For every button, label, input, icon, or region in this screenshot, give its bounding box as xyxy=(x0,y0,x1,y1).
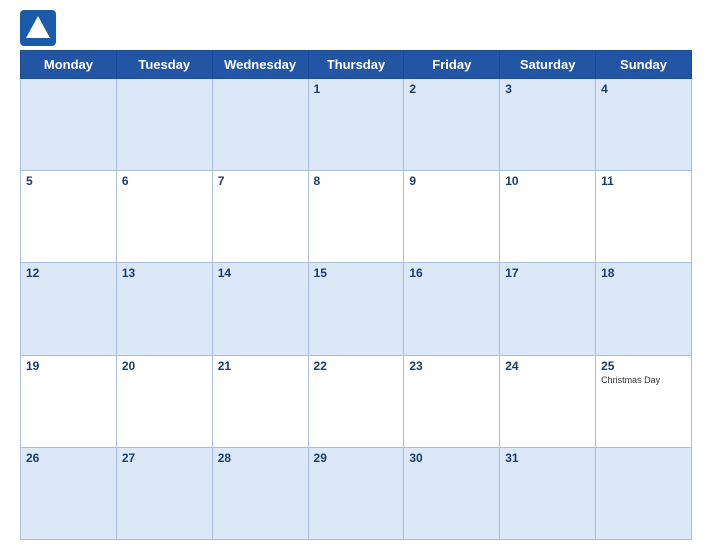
calendar-cell: 30 xyxy=(404,447,500,539)
day-number: 7 xyxy=(218,174,303,188)
day-number: 30 xyxy=(409,451,494,465)
calendar-cell xyxy=(212,79,308,171)
day-number: 10 xyxy=(505,174,590,188)
day-number: 21 xyxy=(218,359,303,373)
calendar-cell: 19 xyxy=(21,355,117,447)
calendar-cell: 12 xyxy=(21,263,117,355)
calendar-cell xyxy=(21,79,117,171)
day-number: 13 xyxy=(122,266,207,280)
day-number: 18 xyxy=(601,266,686,280)
day-number: 19 xyxy=(26,359,111,373)
day-number: 27 xyxy=(122,451,207,465)
calendar-table: MondayTuesdayWednesdayThursdayFridaySatu… xyxy=(20,50,692,540)
weekday-header-sunday: Sunday xyxy=(596,51,692,79)
calendar-cell: 21 xyxy=(212,355,308,447)
calendar-cell: 16 xyxy=(404,263,500,355)
weekday-header-wednesday: Wednesday xyxy=(212,51,308,79)
day-number: 28 xyxy=(218,451,303,465)
day-number: 3 xyxy=(505,82,590,96)
calendar-cell: 29 xyxy=(308,447,404,539)
weekday-header-monday: Monday xyxy=(21,51,117,79)
day-number: 12 xyxy=(26,266,111,280)
day-number: 1 xyxy=(314,82,399,96)
weekday-header-friday: Friday xyxy=(404,51,500,79)
calendar-header-row: MondayTuesdayWednesdayThursdayFridaySatu… xyxy=(21,51,692,79)
weekday-header-row: MondayTuesdayWednesdayThursdayFridaySatu… xyxy=(21,51,692,79)
calendar-cell: 6 xyxy=(116,171,212,263)
calendar-cell: 2 xyxy=(404,79,500,171)
calendar-cell: 31 xyxy=(500,447,596,539)
day-number: 2 xyxy=(409,82,494,96)
calendar-cell: 18 xyxy=(596,263,692,355)
calendar-cell: 8 xyxy=(308,171,404,263)
calendar-cell: 4 xyxy=(596,79,692,171)
day-number: 9 xyxy=(409,174,494,188)
holiday-label: Christmas Day xyxy=(601,375,686,385)
calendar-week-row: 12 13 14 15 16 17 18 xyxy=(21,263,692,355)
calendar-header xyxy=(20,10,692,46)
generalblue-logo-icon xyxy=(20,10,56,46)
day-number: 5 xyxy=(26,174,111,188)
day-number: 24 xyxy=(505,359,590,373)
calendar-cell: 5 xyxy=(21,171,117,263)
day-number: 8 xyxy=(314,174,399,188)
day-number: 29 xyxy=(314,451,399,465)
day-number: 16 xyxy=(409,266,494,280)
calendar-cell: 13 xyxy=(116,263,212,355)
calendar-cell: 20 xyxy=(116,355,212,447)
day-number: 25 xyxy=(601,359,686,373)
calendar-cell: 27 xyxy=(116,447,212,539)
logo xyxy=(20,10,60,46)
calendar-cell: 14 xyxy=(212,263,308,355)
calendar-cell: 23 xyxy=(404,355,500,447)
weekday-header-thursday: Thursday xyxy=(308,51,404,79)
calendar-week-row: 1234 xyxy=(21,79,692,171)
calendar-body: 1234567891011121314151617181920212223242… xyxy=(21,79,692,540)
weekday-header-tuesday: Tuesday xyxy=(116,51,212,79)
calendar-cell: 7 xyxy=(212,171,308,263)
day-number: 11 xyxy=(601,174,686,188)
calendar-week-row: 26 27 28 29 30 31 xyxy=(21,447,692,539)
calendar-cell: 15 xyxy=(308,263,404,355)
calendar-cell: 9 xyxy=(404,171,500,263)
day-number: 20 xyxy=(122,359,207,373)
calendar-cell: 22 xyxy=(308,355,404,447)
day-number: 17 xyxy=(505,266,590,280)
day-number: 31 xyxy=(505,451,590,465)
calendar-cell: 25 Christmas Day xyxy=(596,355,692,447)
weekday-header-saturday: Saturday xyxy=(500,51,596,79)
day-number: 23 xyxy=(409,359,494,373)
calendar-cell: 11 xyxy=(596,171,692,263)
day-number: 26 xyxy=(26,451,111,465)
calendar-cell: 10 xyxy=(500,171,596,263)
day-number: 15 xyxy=(314,266,399,280)
calendar-cell: 24 xyxy=(500,355,596,447)
calendar-cell: 3 xyxy=(500,79,596,171)
day-number: 6 xyxy=(122,174,207,188)
calendar-cell xyxy=(116,79,212,171)
calendar-cell xyxy=(596,447,692,539)
day-number: 14 xyxy=(218,266,303,280)
day-number: 22 xyxy=(314,359,399,373)
calendar-cell: 26 xyxy=(21,447,117,539)
calendar-week-row: 56789 10 11 xyxy=(21,171,692,263)
calendar-cell: 1 xyxy=(308,79,404,171)
calendar-cell: 28 xyxy=(212,447,308,539)
calendar-week-row: 19 20 21 22 23 24 25 Christmas Day xyxy=(21,355,692,447)
day-number: 4 xyxy=(601,82,686,96)
calendar-cell: 17 xyxy=(500,263,596,355)
